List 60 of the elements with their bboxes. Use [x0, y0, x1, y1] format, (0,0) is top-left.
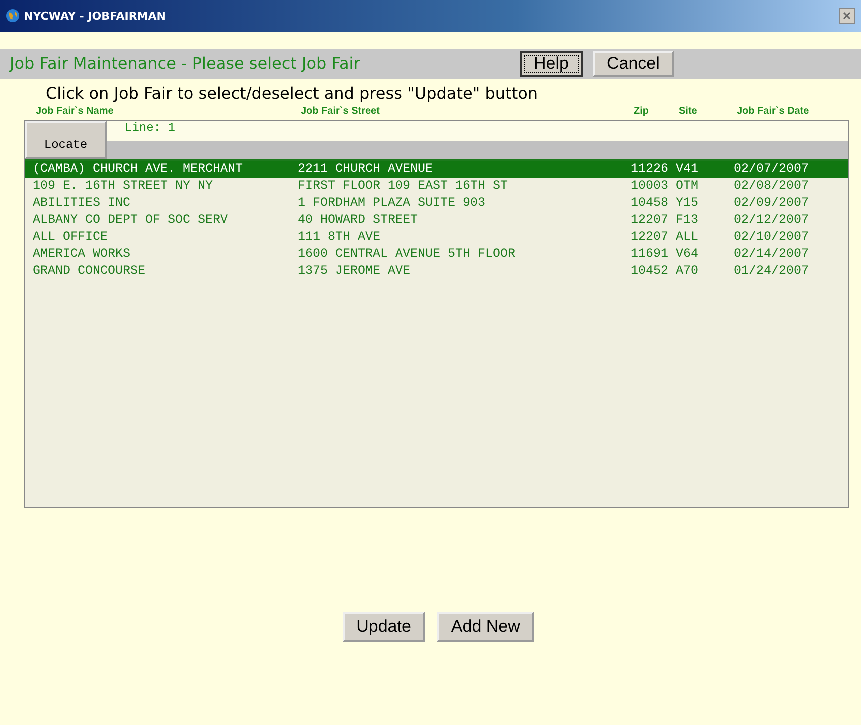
job-fair-row[interactable]: (CAMBA) CHURCH AVE. MERCHANT 2211 CHURCH AVENUE 11226 V41 02/07/2007 — [25, 161, 848, 178]
job-fair-row[interactable]: AMERICA WORKS 1600 CENTRAL AVENUE 5TH FLOOR 11691 V64 02/14/2007 — [25, 246, 848, 263]
table-cell: 1600 CENTRAL AVENUE 5TH FLOOR — [298, 247, 516, 261]
job-fair-row[interactable]: 109 E. 16TH STREET NY NY FIRST FLOOR 109 EAST 16TH ST 10003 OTM 02/08/2007 — [25, 178, 848, 195]
locate-field[interactable] — [107, 141, 848, 159]
table-cell: 1375 JEROME AVE — [298, 264, 411, 278]
table-cell: 02/12/2007 — [734, 213, 810, 227]
action-button[interactable]: Update — [342, 612, 426, 642]
column-header: Zip — [634, 106, 649, 117]
job-fair-row[interactable]: ALBANY CO DEPT OF SOC SERV 40 HOWARD STREET 12207 F13 02/12/2007 — [25, 212, 848, 229]
close-icon — [842, 11, 852, 22]
table-cell: 10458 — [631, 196, 669, 210]
table-cell: A70 — [676, 264, 699, 278]
table-cell: 02/07/2007 — [734, 162, 810, 176]
table-cell: 111 8TH AVE — [298, 230, 381, 244]
table-cell: F13 — [676, 213, 699, 227]
line-indicator: Line: 1 — [107, 121, 848, 141]
globe-icon — [6, 9, 20, 23]
table-cell: 11691 — [631, 247, 669, 261]
column-header: Site — [679, 106, 698, 117]
dialog-button[interactable]: Help — [520, 51, 583, 77]
table-cell: 02/14/2007 — [734, 247, 810, 261]
table-cell: 01/24/2007 — [734, 264, 810, 278]
table-cell: 11226 — [631, 162, 669, 176]
dialog-button[interactable]: Cancel — [592, 51, 674, 77]
table-cell: OTM — [676, 179, 699, 193]
table-cell: ALL — [676, 230, 699, 244]
table-cell: 109 E. 16TH STREET NY NY — [33, 179, 214, 193]
job-fair-row[interactable]: ALL OFFICE 111 8TH AVE 12207 ALL 02/10/2007 — [25, 229, 848, 246]
table-cell: GRAND CONCOURSE — [33, 264, 146, 278]
job-fair-row[interactable]: GRAND CONCOURSE 1375 JEROME AVE 10452 A70 01/24/2007 — [25, 263, 848, 280]
table-cell: AMERICA WORKS — [33, 247, 131, 261]
page-heading: Job Fair Maintenance - Please select Job Fair — [8, 53, 362, 75]
table-cell: ALL OFFICE — [33, 230, 108, 244]
table-cell: 12207 — [631, 230, 669, 244]
job-fair-row[interactable]: ABILITIES INC 1 FORDHAM PLAZA SUITE 903 10458 Y15 02/09/2007 — [25, 195, 848, 212]
table-cell: 02/10/2007 — [734, 230, 810, 244]
window-title: NYCWAY - JOBFAIRMAN — [24, 10, 166, 22]
table-cell: 40 HOWARD STREET — [298, 213, 418, 227]
table-cell: (CAMBA) CHURCH AVE. MERCHANT — [33, 162, 244, 176]
action-button[interactable]: Add New — [437, 612, 534, 642]
locate-button[interactable]: Locate — [25, 121, 107, 159]
table-cell: FIRST FLOOR 109 EAST 16TH ST — [298, 179, 508, 193]
table-cell: 12207 — [631, 213, 669, 227]
column-header: Job Fair`s Date — [737, 106, 810, 117]
table-cell: 1 FORDHAM PLAZA SUITE 903 — [298, 196, 486, 210]
table-cell: 10452 — [631, 264, 669, 278]
table-cell: 10003 — [631, 179, 669, 193]
table-cell: ALBANY CO DEPT OF SOC SERV — [33, 213, 228, 227]
table-cell: Y15 — [676, 196, 699, 210]
instruction-text: Click on Job Fair to select/deselect and press "Update" button — [45, 83, 540, 105]
table-cell: 02/08/2007 — [734, 179, 810, 193]
column-header: Job Fair`s Name — [36, 106, 114, 117]
close-button[interactable] — [839, 8, 855, 24]
table-cell: V41 — [676, 162, 699, 176]
table-cell: 02/09/2007 — [734, 196, 810, 210]
column-header: Job Fair`s Street — [301, 106, 380, 117]
table-cell: 2211 CHURCH AVENUE — [298, 162, 434, 176]
table-cell: V64 — [676, 247, 699, 261]
table-cell: ABILITIES INC — [33, 196, 131, 210]
